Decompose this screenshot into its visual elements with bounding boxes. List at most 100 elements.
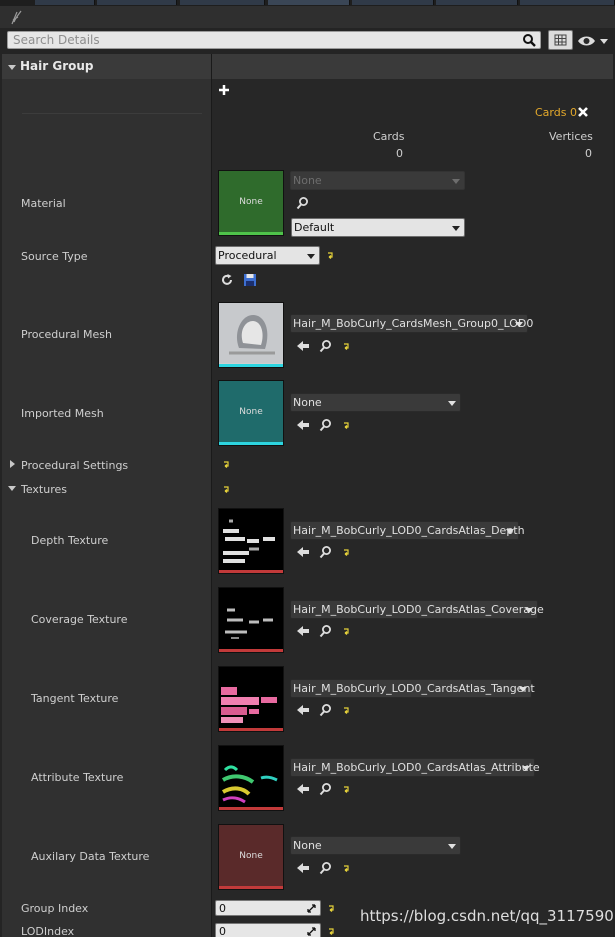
asset-type-bar — [219, 728, 283, 731]
browse-search-icon[interactable] — [296, 196, 310, 210]
save-icon[interactable] — [243, 273, 257, 287]
search-input[interactable]: Search Details — [7, 31, 541, 49]
cards-column-header: Cards — [373, 130, 405, 143]
tangent-texture-thumbnail[interactable] — [218, 666, 284, 732]
attribute-texture-combo[interactable]: Hair_M_BobCurly_LOD0_CardsAtlas_Attribut… — [290, 758, 540, 777]
group-index-label: Group Index — [21, 902, 89, 915]
auxilary-data-texture-thumbnail[interactable]: None — [218, 824, 284, 890]
browse-search-icon[interactable] — [319, 703, 333, 717]
reset-to-default-icon[interactable] — [223, 460, 231, 468]
property-matrix-button[interactable] — [548, 30, 573, 50]
coverage-texture-label: Coverage Texture — [31, 613, 128, 626]
hair-group-header[interactable]: Hair Group — [2, 54, 613, 79]
imported-mesh-combo[interactable]: None — [290, 393, 461, 412]
column-splitter[interactable] — [211, 54, 212, 937]
view-options-eye-icon[interactable] — [577, 34, 611, 48]
material-asset-combo: None — [290, 171, 465, 190]
procedural-settings-label[interactable]: Procedural Settings — [21, 459, 128, 472]
remove-x-icon[interactable] — [577, 106, 589, 118]
browse-search-icon[interactable] — [319, 782, 333, 796]
procedural-mesh-thumbnail[interactable] — [218, 302, 284, 368]
section-title: Hair Group — [20, 59, 94, 73]
depth-texture-thumbnail[interactable] — [218, 508, 284, 574]
tab[interactable] — [180, 0, 265, 5]
auxilary-data-texture-label: Auxilary Data Texture — [31, 850, 150, 863]
procedural-mesh-combo[interactable]: Hair_M_BobCurly_CardsMesh_Group0_LOD0 — [290, 314, 533, 333]
reset-to-default-icon[interactable] — [328, 927, 336, 935]
asset-type-bar — [219, 442, 283, 445]
divider — [22, 113, 202, 114]
reset-to-default-icon[interactable] — [328, 904, 336, 912]
browse-search-icon[interactable] — [319, 545, 333, 559]
texture-preview-image — [219, 746, 283, 806]
tab-active[interactable] — [268, 0, 350, 5]
material-thumbnail[interactable]: None — [218, 170, 284, 236]
coverage-texture-thumbnail[interactable] — [218, 587, 284, 653]
attribute-texture-thumbnail[interactable] — [218, 745, 284, 811]
reset-to-default-icon[interactable] — [327, 251, 335, 259]
tangent-texture-combo[interactable]: Hair_M_BobCurly_LOD0_CardsAtlas_Tangent — [290, 679, 535, 698]
tab[interactable] — [97, 0, 177, 5]
use-selected-arrow-icon[interactable] — [296, 418, 310, 432]
depth-texture-combo[interactable]: Hair_M_BobCurly_LOD0_CardsAtlas_Depth — [290, 521, 525, 540]
collapse-arrow-icon[interactable] — [8, 65, 16, 70]
reset-to-default-icon[interactable] — [343, 421, 351, 429]
asset-type-bar — [219, 886, 283, 889]
toolbar — [0, 6, 615, 28]
reset-to-default-icon[interactable] — [343, 706, 351, 714]
combo-value: Hair_M_BobCurly_CardsMesh_Group0_LOD0 — [293, 317, 534, 330]
watermark-text: https://blog.csdn.net/qq_31175907 — [360, 907, 615, 925]
lod-index-label: LODIndex — [21, 925, 75, 937]
use-selected-arrow-icon[interactable] — [296, 782, 310, 796]
imported-mesh-thumbnail[interactable]: None — [218, 380, 284, 446]
tab[interactable] — [35, 0, 95, 5]
input-value: 0 — [219, 925, 226, 937]
asset-type-bar — [219, 649, 283, 652]
browse-search-icon[interactable] — [319, 861, 333, 875]
browse-search-icon[interactable] — [319, 418, 333, 432]
resize-arrows-icon[interactable] — [307, 904, 316, 913]
reset-to-default-icon[interactable] — [343, 864, 351, 872]
group-index-input[interactable]: 0 — [215, 900, 321, 916]
reset-to-default-icon[interactable] — [343, 548, 351, 556]
expand-arrow-icon[interactable] — [10, 460, 15, 468]
tab[interactable] — [436, 0, 518, 5]
imported-mesh-label: Imported Mesh — [21, 407, 104, 420]
use-selected-arrow-icon[interactable] — [296, 545, 310, 559]
browse-search-icon[interactable] — [319, 624, 333, 638]
feather-icon — [11, 10, 22, 25]
add-plus-icon[interactable] — [218, 84, 230, 96]
attribute-texture-label: Attribute Texture — [31, 771, 124, 784]
material-label: Material — [21, 197, 66, 210]
texture-preview-image — [219, 667, 283, 727]
asset-type-bar — [219, 232, 283, 235]
cards-value: 0 — [396, 147, 403, 160]
browse-search-icon[interactable] — [319, 339, 333, 353]
reset-to-default-icon[interactable] — [343, 785, 351, 793]
material-slot-combo[interactable]: Default — [291, 218, 465, 237]
use-selected-arrow-icon[interactable] — [296, 703, 310, 717]
resize-arrows-icon[interactable] — [307, 927, 316, 936]
use-selected-arrow-icon[interactable] — [296, 339, 310, 353]
tab[interactable] — [352, 0, 434, 5]
textures-label[interactable]: Textures — [21, 483, 67, 496]
source-type-combo[interactable]: Procedural — [215, 246, 320, 265]
collapse-arrow-icon[interactable] — [8, 486, 16, 491]
use-selected-arrow-icon[interactable] — [296, 861, 310, 875]
input-value: 0 — [219, 902, 226, 915]
auxilary-data-texture-combo[interactable]: None — [290, 836, 461, 855]
refresh-icon[interactable] — [220, 273, 234, 287]
lod-index-input[interactable]: 0 — [215, 923, 321, 937]
search-icon[interactable] — [522, 33, 536, 47]
depth-texture-label: Depth Texture — [31, 534, 109, 547]
texture-preview-image — [219, 588, 283, 648]
combo-value: Procedural — [218, 249, 277, 262]
reset-to-default-icon[interactable] — [343, 627, 351, 635]
asset-type-bar — [219, 807, 283, 810]
grid-icon — [554, 34, 567, 46]
reset-to-default-icon[interactable] — [343, 342, 351, 350]
use-selected-arrow-icon[interactable] — [296, 624, 310, 638]
tab[interactable] — [520, 0, 615, 5]
reset-to-default-icon[interactable] — [223, 485, 231, 493]
coverage-texture-combo[interactable]: Hair_M_BobCurly_LOD0_CardsAtlas_Coverage — [290, 600, 544, 619]
